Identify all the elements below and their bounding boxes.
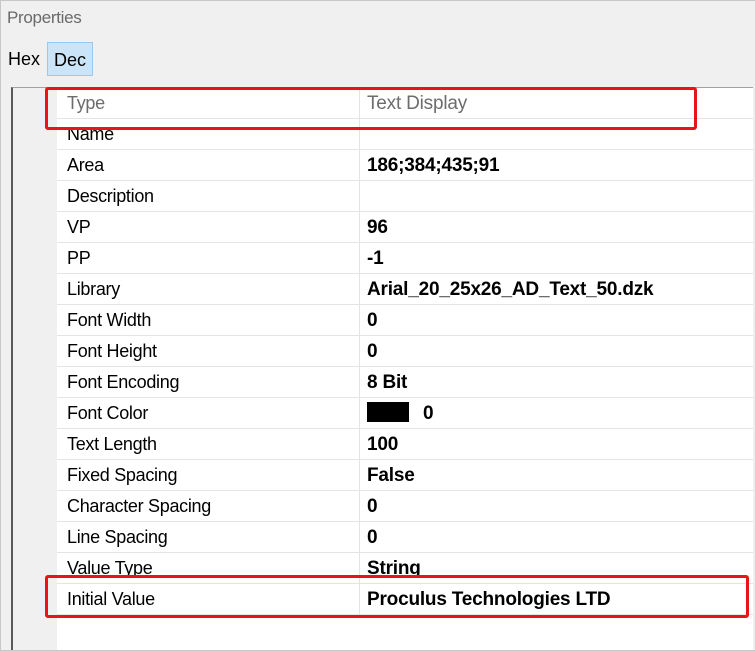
property-value[interactable]: 96	[367, 212, 388, 243]
grid-gutter	[13, 88, 57, 650]
property-row-font-height[interactable]: Font Height 0	[57, 336, 753, 367]
property-name: Description	[67, 186, 154, 206]
property-value[interactable]: 0	[367, 336, 378, 367]
property-name: Fixed Spacing	[67, 465, 178, 485]
property-value[interactable]: 0	[367, 305, 378, 336]
dec-button[interactable]: Dec	[47, 42, 93, 76]
properties-panel: Properties Hex Dec Type Text Display Nam…	[0, 0, 755, 651]
property-value[interactable]: String	[367, 553, 421, 584]
property-name: Font Color	[67, 403, 149, 423]
property-value: Text Display	[367, 93, 468, 114]
property-name: Character Spacing	[67, 496, 211, 516]
property-name: Name	[67, 124, 114, 144]
property-name: PP	[67, 248, 91, 268]
toolbar: Hex Dec	[5, 39, 565, 81]
panel-title: Properties	[7, 8, 82, 27]
property-row-pp[interactable]: PP -1	[57, 243, 753, 274]
property-name: Font Height	[67, 341, 157, 361]
property-row-font-color[interactable]: Font Color 0	[57, 398, 753, 429]
property-value[interactable]: Proculus Technologies LTD	[367, 584, 611, 615]
font-color-value: 0	[423, 403, 434, 424]
property-value[interactable]: -1	[367, 243, 384, 274]
property-row-character-spacing[interactable]: Character Spacing 0	[57, 491, 753, 522]
property-value[interactable]: 8 Bit	[367, 367, 407, 398]
property-row-name[interactable]: Name	[57, 119, 753, 150]
property-value[interactable]: 186;384;435;91	[367, 150, 500, 181]
property-name: Font Encoding	[67, 372, 180, 392]
property-value[interactable]: False	[367, 460, 415, 491]
property-name: Type	[67, 93, 105, 113]
property-name: Value Type	[67, 558, 153, 578]
property-value[interactable]: 0	[367, 398, 434, 429]
property-name: Font Width	[67, 310, 152, 330]
property-row-library[interactable]: Library Arial_20_25x26_AD_Text_50.dzk	[57, 274, 753, 305]
property-row-value-type[interactable]: Value Type String	[57, 553, 753, 584]
property-row-text-length[interactable]: Text Length 100	[57, 429, 753, 460]
property-value[interactable]: 0	[367, 491, 378, 522]
property-value[interactable]: 0	[367, 522, 378, 553]
property-name: Initial Value	[67, 589, 155, 609]
hex-button[interactable]: Hex	[5, 42, 43, 76]
property-name: Library	[67, 279, 120, 299]
property-name: VP	[67, 217, 91, 237]
property-row-font-width[interactable]: Font Width 0	[57, 305, 753, 336]
property-name: Area	[67, 155, 104, 175]
property-name: Line Spacing	[67, 527, 168, 547]
property-value[interactable]: Arial_20_25x26_AD_Text_50.dzk	[367, 274, 654, 305]
property-row-fixed-spacing[interactable]: Fixed Spacing False	[57, 460, 753, 491]
property-row-initial-value[interactable]: Initial Value Proculus Technologies LTD	[57, 584, 753, 615]
property-row-line-spacing[interactable]: Line Spacing 0	[57, 522, 753, 553]
property-value[interactable]: 100	[367, 429, 398, 460]
color-swatch[interactable]	[367, 402, 409, 422]
property-grid: Type Text Display Name Area 186;384;435;…	[11, 87, 753, 650]
property-row-font-encoding[interactable]: Font Encoding 8 Bit	[57, 367, 753, 398]
property-row-description[interactable]: Description	[57, 181, 753, 212]
property-row-area[interactable]: Area 186;384;435;91	[57, 150, 753, 181]
property-row-type[interactable]: Type Text Display	[57, 88, 753, 119]
property-name: Text Length	[67, 434, 157, 454]
property-row-vp[interactable]: VP 96	[57, 212, 753, 243]
